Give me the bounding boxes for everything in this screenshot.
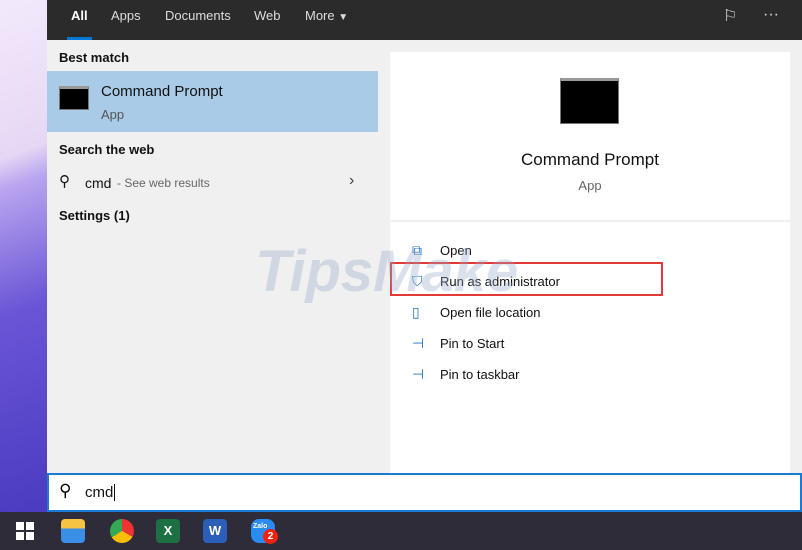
tab-web[interactable]: Web	[254, 8, 281, 40]
action-open[interactable]: ⧉ Open	[412, 240, 472, 260]
preview-panel: Command Prompt App ⧉ Open ⛉ Run as adminis…	[378, 40, 802, 473]
search-web-header: Search the web	[59, 142, 155, 157]
highlight-box	[390, 262, 663, 296]
action-label: Pin to Start	[440, 335, 505, 351]
action-label: Open	[440, 242, 472, 258]
pin-icon: ⊣	[412, 365, 425, 382]
zalo-icon[interactable]: Zalo 2	[251, 519, 278, 544]
tab-more-label: More	[305, 8, 335, 23]
command-prompt-icon	[59, 86, 89, 110]
search-tabs-bar: All Apps Documents Web More ▼ ⚐ ···	[47, 0, 802, 40]
action-label: Open file location	[440, 304, 541, 320]
preview-subtitle: App	[578, 178, 602, 193]
tab-all[interactable]: All	[67, 8, 92, 40]
caret-down-icon: ▼	[338, 12, 349, 23]
desktop-background	[0, 0, 47, 512]
preview-card: Command Prompt App	[390, 52, 790, 220]
best-match-subtitle: App	[101, 107, 125, 122]
tab-more[interactable]: More ▼	[305, 8, 348, 40]
notification-badge: 2	[263, 529, 278, 544]
settings-header[interactable]: Settings (1)	[59, 208, 130, 223]
tab-documents[interactable]: Documents	[165, 8, 231, 40]
file-location-icon: ▯	[412, 303, 420, 320]
best-match-header: Best match	[59, 50, 130, 65]
pin-icon: ⊣	[412, 334, 425, 351]
tab-apps[interactable]: Apps	[111, 8, 141, 40]
open-icon: ⧉	[412, 241, 422, 258]
web-result-item[interactable]: ⚲ cmd - See web results ›	[47, 168, 378, 196]
best-match-title: Command Prompt	[101, 83, 223, 100]
more-options-icon[interactable]: ···	[763, 6, 779, 24]
action-pin-to-taskbar[interactable]: ⊣ Pin to taskbar	[412, 364, 520, 384]
search-icon: ⚲	[59, 481, 72, 500]
zalo-logo-text: Zalo	[253, 523, 268, 530]
preview-title: Command Prompt	[521, 150, 659, 169]
chrome-icon[interactable]	[110, 519, 134, 543]
command-prompt-large-icon	[560, 78, 619, 124]
feedback-icon[interactable]: ⚐	[723, 6, 737, 26]
file-explorer-icon[interactable]	[61, 519, 85, 543]
windows-start-icon[interactable]	[16, 522, 34, 540]
excel-icon[interactable]: X	[156, 519, 180, 543]
actions-card: ⧉ Open ⛉ Run as administrator ▯ Open file l…	[390, 222, 790, 473]
taskbar: X W Zalo 2	[0, 512, 802, 550]
web-query: cmd	[85, 175, 112, 191]
results-panel: Best match Command Prompt App Search the…	[47, 40, 378, 473]
best-match-item[interactable]: Command Prompt App	[47, 71, 378, 132]
search-input[interactable]: cmd	[85, 484, 116, 501]
action-open-file-location[interactable]: ▯ Open file location	[412, 302, 540, 322]
action-label: Pin to taskbar	[440, 366, 520, 382]
chevron-right-icon: ›	[349, 172, 355, 189]
search-box[interactable]: ⚲ cmd	[47, 473, 802, 512]
search-icon: ⚲	[59, 173, 70, 190]
action-pin-to-start[interactable]: ⊣ Pin to Start	[412, 333, 504, 353]
web-suffix: - See web results	[117, 176, 210, 190]
word-icon[interactable]: W	[203, 519, 227, 543]
